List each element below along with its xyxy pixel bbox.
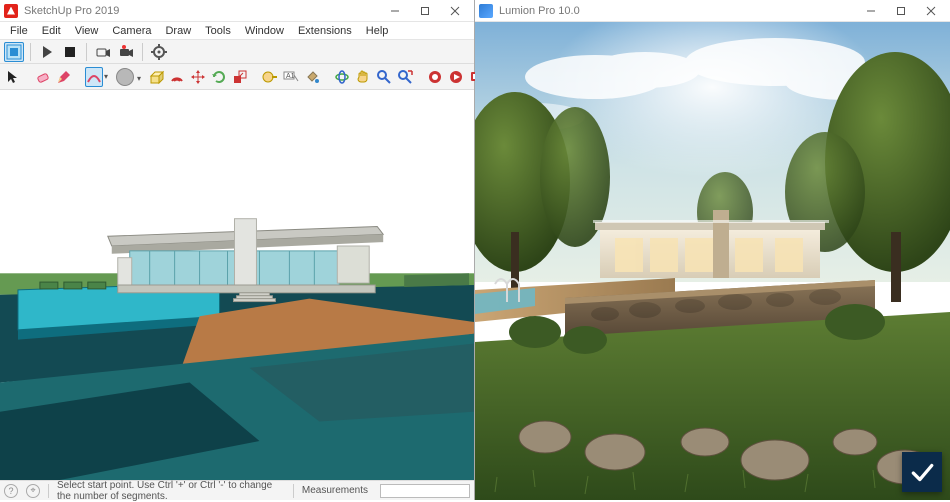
menu-file[interactable]: File [4, 24, 34, 38]
sketchup-menubar: File Edit View Camera Draw Tools Window … [0, 22, 474, 40]
menu-tools[interactable]: Tools [199, 24, 237, 38]
sketchup-titlebar: SketchUp Pro 2019 [0, 0, 474, 22]
measurements-input[interactable] [380, 484, 470, 498]
zoom-icon[interactable] [375, 67, 393, 87]
help-hint-icon[interactable]: ? [4, 484, 18, 498]
measurements-label: Measurements [302, 485, 372, 496]
close-button[interactable] [916, 1, 946, 21]
sketchup-toolbar-main [0, 40, 474, 64]
sketchup-app-icon [4, 4, 18, 18]
lumion-app-icon [479, 4, 493, 18]
menu-window[interactable]: Window [239, 24, 290, 38]
material-swatch[interactable]: ▾ [115, 67, 135, 87]
menu-help[interactable]: Help [360, 24, 395, 38]
settings-gear-icon[interactable] [149, 42, 169, 62]
maximize-button[interactable] [886, 1, 916, 21]
tape-measure-icon[interactable] [261, 67, 279, 87]
pushpull-icon[interactable] [147, 67, 165, 87]
vray-render-icon[interactable] [426, 67, 444, 87]
lumion-title: Lumion Pro 10.0 [499, 5, 580, 17]
minimize-button[interactable] [380, 1, 410, 21]
lumion-render-viewport[interactable] [475, 22, 950, 500]
offset-icon[interactable] [168, 67, 186, 87]
menu-extensions[interactable]: Extensions [292, 24, 358, 38]
svg-text:A1: A1 [286, 73, 295, 80]
paint-bucket-color-icon: ▾ [116, 68, 134, 86]
paint-bucket-icon[interactable] [303, 67, 321, 87]
menu-draw[interactable]: Draw [159, 24, 197, 38]
geolocation-icon[interactable]: ⌖ [26, 484, 40, 498]
maximize-button[interactable] [410, 1, 440, 21]
minimize-button[interactable] [856, 1, 886, 21]
scale-icon[interactable] [231, 67, 249, 87]
confirm-check-button[interactable] [902, 452, 942, 492]
text-label-icon[interactable]: A1 [282, 67, 300, 87]
arc-tool-icon[interactable]: ▾ [85, 67, 103, 87]
play-icon[interactable] [37, 42, 57, 62]
sketchup-window: SketchUp Pro 2019 File Edit View Camera … [0, 0, 475, 500]
rotate-icon[interactable] [210, 67, 228, 87]
lumion-titlebar: Lumion Pro 10.0 [475, 0, 950, 22]
zoom-extents-icon[interactable] [396, 67, 414, 87]
orbit-icon[interactable] [333, 67, 351, 87]
eraser-icon[interactable] [34, 67, 52, 87]
pan-hand-icon[interactable] [354, 67, 372, 87]
menu-edit[interactable]: Edit [36, 24, 67, 38]
pencil-draw-icon[interactable] [55, 67, 73, 87]
sync-camera-icon[interactable] [93, 42, 113, 62]
sketchup-viewport[interactable] [0, 90, 474, 480]
menu-view[interactable]: View [69, 24, 105, 38]
stop-icon[interactable] [60, 42, 80, 62]
vray-interactive-icon[interactable] [447, 67, 465, 87]
select-arrow-icon[interactable] [4, 67, 22, 87]
sketchup-toolbar-tools: ▾ ▾ A1 [0, 64, 474, 90]
sketchup-statusbar: ? ⌖ Select start point. Use Ctrl '+' or … [0, 480, 474, 500]
menu-camera[interactable]: Camera [106, 24, 157, 38]
status-hint: Select start point. Use Ctrl '+' or Ctrl… [57, 480, 285, 502]
sketchup-title: SketchUp Pro 2019 [24, 5, 119, 17]
lumion-window: Lumion Pro 10.0 [475, 0, 950, 500]
close-button[interactable] [440, 1, 470, 21]
styles-icon[interactable] [4, 42, 24, 62]
move-icon[interactable] [189, 67, 207, 87]
camera-target-icon[interactable] [116, 42, 136, 62]
